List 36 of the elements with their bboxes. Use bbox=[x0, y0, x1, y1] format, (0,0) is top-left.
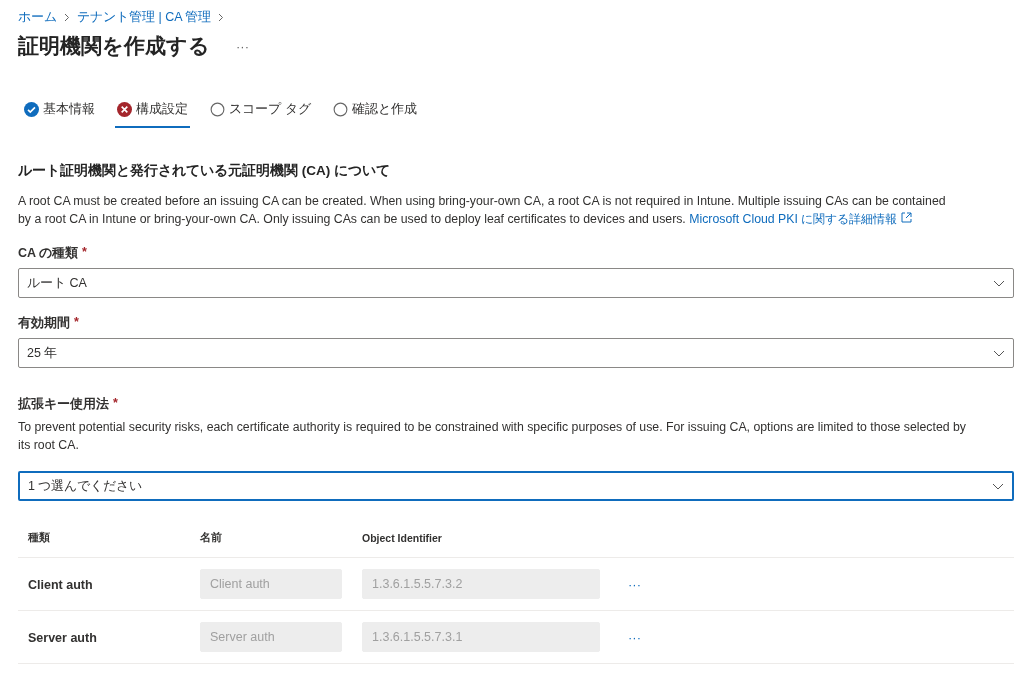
wizard-step-tab[interactable]: 基本情報 bbox=[22, 100, 97, 128]
chevron-right-icon bbox=[64, 12, 70, 22]
required-asterisk: * bbox=[74, 315, 79, 331]
dropdown[interactable]: ルート CA bbox=[18, 268, 1014, 298]
chevron-down-icon bbox=[993, 349, 1005, 357]
empty-circle-icon bbox=[210, 101, 225, 117]
breadcrumb-link[interactable]: ホーム bbox=[18, 8, 57, 26]
section-heading: ルート証明機関と発行されている元証明機関 (CA) について bbox=[18, 162, 391, 180]
column-header: 種類 bbox=[28, 531, 51, 545]
chevron-down-icon bbox=[992, 482, 1004, 490]
table-cell: Client auth bbox=[28, 578, 93, 592]
page-title: 証明機関を作成する bbox=[18, 33, 210, 59]
external-link-icon bbox=[900, 211, 912, 223]
breadcrumb-link[interactable]: テナント管理 | CA 管理 bbox=[77, 8, 212, 26]
section-description: A root CA must be created before an issuing CA can be created. When using bring-your-own CA, a root CA is not required in Intune. Multiple issuing CAs can be contained by a root CA in Intune or bring-your-own CA. Only issuing CAs can be used to deploy leaf certificates to devices and users. Microsoft Cloud PKI に関する詳細情報 bbox=[18, 193, 947, 228]
field-label: CA の種類 bbox=[18, 245, 79, 262]
column-header: Object Identifier bbox=[362, 532, 443, 544]
more-button[interactable]: ··· bbox=[232, 38, 253, 54]
field-label: 有効期間 bbox=[18, 315, 70, 332]
chevron-down-icon bbox=[993, 279, 1005, 287]
field-description: To prevent potential security risks, each certificate authority is required to be constrained with specific purposes of use. For issuing CA, options are limited to those selected by its root CA. bbox=[18, 419, 967, 454]
column-header: 名前 bbox=[200, 531, 223, 545]
error-circle-icon bbox=[117, 101, 132, 117]
required-asterisk: * bbox=[113, 396, 118, 412]
empty-circle-icon bbox=[332, 101, 348, 117]
wizard-step-tab[interactable]: 確認と作成 bbox=[330, 100, 419, 128]
field-label: 拡張キー使用法 bbox=[18, 396, 109, 413]
dropdown[interactable]: 25 年 bbox=[18, 338, 1014, 368]
learn-more-link[interactable]: Microsoft Cloud PKI に関する詳細情報 bbox=[689, 211, 898, 226]
table-cell: Server auth bbox=[28, 631, 97, 645]
wizard-step-tab[interactable]: スコープ タグ bbox=[208, 100, 313, 128]
wizard-step-tab[interactable]: 構成設定 bbox=[115, 100, 190, 128]
dropdown[interactable]: 1 つ選んでください bbox=[18, 471, 1014, 501]
check-circle-icon bbox=[24, 101, 39, 117]
chevron-right-icon bbox=[218, 12, 225, 22]
required-asterisk: * bbox=[82, 245, 87, 261]
